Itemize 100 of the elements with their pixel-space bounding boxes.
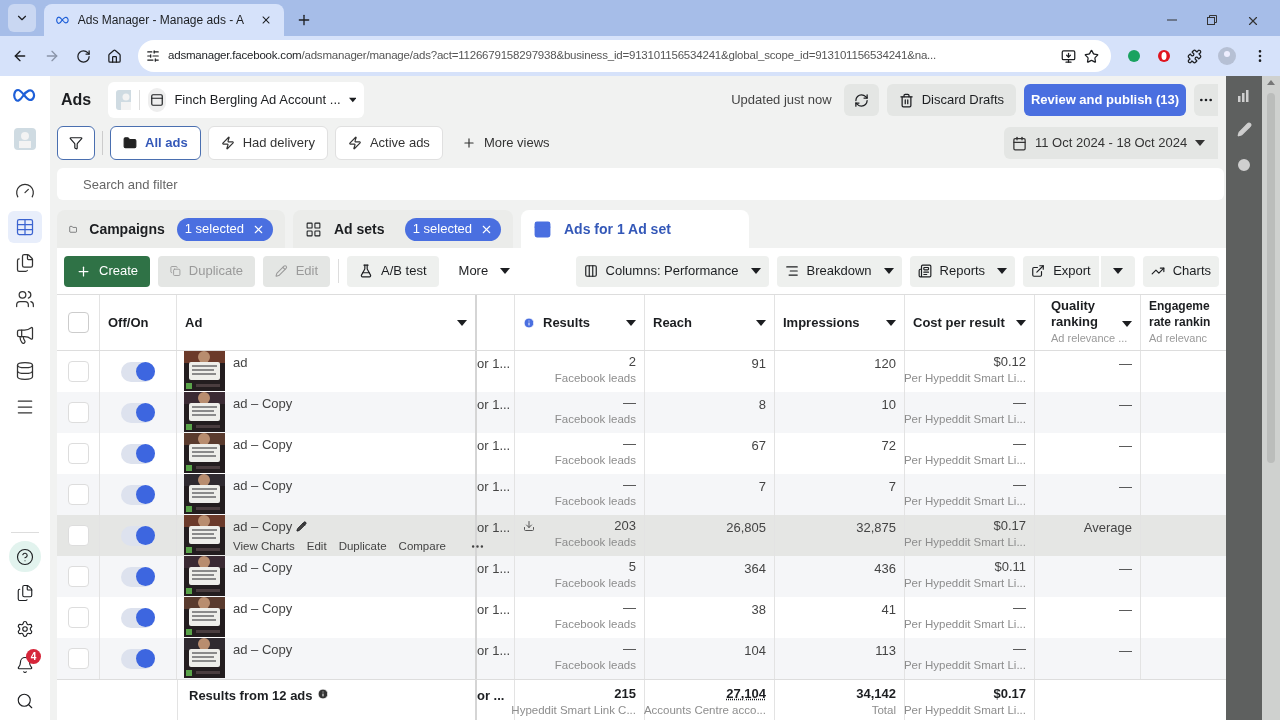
row-checkbox[interactable] — [67, 443, 89, 464]
flask-icon — [359, 264, 374, 278]
level-tab[interactable]: Ads for 1 Ad set — [521, 210, 749, 248]
ad-name[interactable]: ad – Copy — [233, 394, 293, 414]
summary-label: Results from 12 ads — [189, 687, 313, 705]
toggle-switch[interactable] — [121, 402, 155, 423]
help-icon — [16, 547, 34, 566]
reports-button[interactable]: Reports — [909, 255, 1016, 287]
table-cell-text: 10 — [881, 396, 896, 414]
breakdown-button[interactable]: Breakdown — [776, 255, 902, 287]
row-action-link[interactable]: Edit — [306, 537, 327, 555]
toggle-switch[interactable] — [121, 361, 155, 382]
charts-button[interactable]: Charts — [1142, 255, 1219, 287]
export-icon — [1031, 264, 1046, 278]
column-header[interactable]: rate rankin — [1149, 314, 1211, 331]
row-checkbox[interactable] — [67, 525, 89, 546]
table-cell: or ... — [477, 688, 505, 703]
home-icon[interactable] — [107, 48, 122, 64]
select-all-checkbox[interactable] — [67, 312, 89, 333]
column-header[interactable]: Impressions — [783, 312, 860, 333]
ad-name[interactable]: ad — [233, 353, 248, 373]
view-tab[interactable]: Active ads — [334, 126, 443, 160]
close-icon[interactable] — [1246, 14, 1260, 28]
columns-button[interactable]: Columns: Performance — [575, 255, 769, 287]
row-action-link[interactable]: View Charts — [233, 537, 295, 555]
create-button[interactable]: Create — [64, 255, 151, 287]
column-header[interactable]: Ad — [185, 312, 203, 333]
row-checkbox[interactable] — [67, 484, 89, 505]
ad-name[interactable]: ad – Copy — [233, 517, 293, 537]
restore-icon[interactable] — [1206, 14, 1218, 26]
refresh-button[interactable] — [843, 84, 879, 116]
pencil-icon[interactable] — [296, 521, 308, 533]
table-cell-text: 26,805 — [726, 519, 766, 537]
download-icon — [523, 520, 535, 532]
toggle-switch[interactable] — [121, 443, 155, 464]
level-tab[interactable]: Campaigns 1 selected — [57, 210, 285, 248]
meta-logo-icon[interactable] — [12, 88, 38, 102]
account-selector[interactable]: Finch Bergling Ad Account ... — [108, 82, 365, 118]
toggle-switch[interactable] — [121, 566, 155, 587]
table-cell-text: 113 — [875, 642, 896, 660]
toggle-switch[interactable] — [121, 648, 155, 669]
more-views-button[interactable]: More views — [449, 126, 562, 160]
row-checkbox[interactable] — [67, 361, 89, 382]
export-button[interactable]: Export — [1023, 255, 1099, 287]
ad-name[interactable]: ad – Copy — [233, 640, 293, 660]
level-tab[interactable]: Ad sets 1 selected — [293, 210, 513, 248]
ad-name[interactable]: ad – Copy — [233, 476, 293, 496]
row-action-link[interactable]: Duplicate — [338, 537, 387, 555]
extension-icon[interactable] — [1157, 49, 1171, 63]
column-header[interactable]: Results — [543, 312, 618, 333]
bar-chart-icon[interactable] — [1237, 88, 1251, 102]
toggle-switch[interactable] — [121, 484, 155, 505]
nav-item[interactable]: 4 — [9, 649, 41, 680]
row-checkbox[interactable] — [67, 566, 89, 587]
ab-test-button[interactable]: A/B test — [347, 255, 439, 287]
view-tab[interactable]: All ads — [110, 126, 201, 160]
table-cell: 5 — [628, 559, 636, 575]
table-cell-text: — — [1119, 437, 1132, 455]
new-tab-icon[interactable] — [296, 12, 312, 28]
view-tab[interactable]: Had delivery — [207, 126, 328, 160]
publish-button[interactable]: Review and publish (13) — [1024, 84, 1186, 116]
reload-icon[interactable] — [76, 48, 91, 64]
extensions-icon[interactable] — [1187, 48, 1202, 64]
date-range-picker[interactable]: 11 Oct 2024 - 18 Oct 2024 — [1004, 127, 1218, 159]
column-header[interactable]: Quality ranking — [1051, 298, 1115, 331]
back-icon[interactable] — [12, 48, 28, 64]
column-header[interactable]: Off/On — [108, 312, 149, 333]
table-cell-subtitle: Per Hypeddit Smart Li... — [903, 371, 1026, 386]
ad-name[interactable]: ad – Copy — [233, 599, 293, 619]
column-header[interactable]: Cost per result — [913, 312, 1005, 333]
filter-button[interactable] — [57, 126, 95, 160]
table-cell-text: or 1... — [477, 642, 511, 660]
row-action-link[interactable]: Compare — [398, 537, 446, 555]
row-checkbox[interactable] — [67, 402, 89, 423]
install-icon[interactable] — [1061, 48, 1076, 64]
ad-name[interactable]: ad – Copy — [233, 435, 293, 455]
discard-drafts-button[interactable]: Discard Drafts — [886, 84, 1016, 116]
extension-icon[interactable] — [1127, 49, 1141, 63]
selection-chip[interactable]: 1 selected — [176, 217, 273, 241]
selection-chip[interactable]: 1 selected — [404, 217, 501, 241]
table-cell-text: — — [1119, 478, 1132, 496]
search-field[interactable]: Search and filter — [57, 168, 1224, 200]
ad-name[interactable]: ad – Copy — [233, 558, 293, 578]
nav-item[interactable] — [9, 541, 41, 572]
table-cell-text: Average — [1083, 519, 1132, 537]
bookmark-icon[interactable] — [1084, 48, 1099, 64]
row-checkbox[interactable] — [67, 648, 89, 669]
toggle-switch[interactable] — [121, 607, 155, 628]
caret-icon — [626, 319, 636, 326]
scroll-up-icon[interactable] — [1267, 80, 1275, 85]
address-bar[interactable]: adsmanager.facebook.com/adsmanager/manage/ads?act=1126679158297938&business_id=913101156534241&global_scope_id=913101156534241&na... — [138, 40, 1111, 72]
column-header[interactable]: Engageme — [1149, 298, 1210, 315]
row-checkbox[interactable] — [67, 607, 89, 628]
table-cell-text: 67 — [751, 437, 766, 455]
browser-tab[interactable]: Ads Manager - Manage ads - A — [44, 4, 284, 36]
columns-icon — [583, 264, 598, 278]
column-header[interactable]: Reach — [653, 312, 693, 333]
more-button[interactable]: More — [446, 255, 523, 287]
toggle-switch[interactable] — [121, 525, 155, 546]
export-menu-button[interactable] — [1100, 255, 1135, 287]
